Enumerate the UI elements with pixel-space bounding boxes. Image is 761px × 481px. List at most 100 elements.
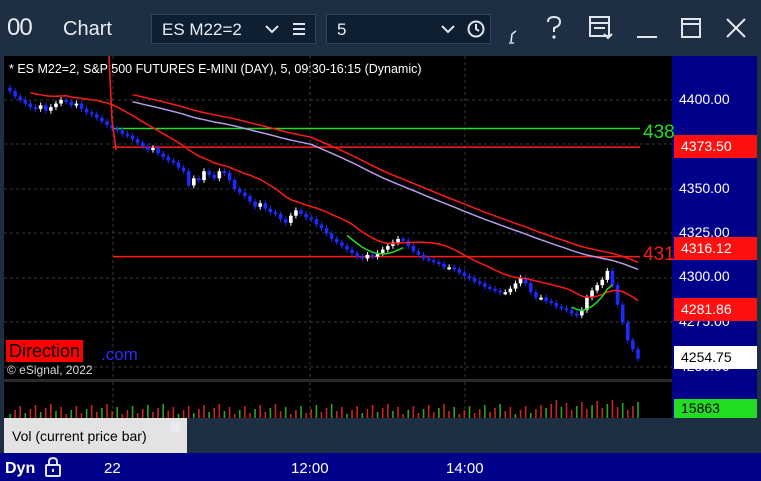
candle-body xyxy=(350,249,354,254)
candle-body xyxy=(437,261,441,264)
volume-legend-label: Vol (current price bar) xyxy=(12,428,147,444)
candle-body xyxy=(631,340,635,350)
volume-bar xyxy=(591,405,593,418)
candle-body xyxy=(84,108,89,113)
candle-body xyxy=(360,256,365,259)
volume-bar xyxy=(75,406,78,418)
lock-icon[interactable] xyxy=(43,456,63,478)
candle-body xyxy=(636,349,640,359)
volume-bar xyxy=(550,404,553,418)
volume-bar xyxy=(387,404,389,418)
candle-body xyxy=(59,100,63,104)
volume-bar xyxy=(14,410,16,418)
candle-body xyxy=(253,201,257,207)
candle-body xyxy=(146,146,150,150)
x-tick-label: 14:00 xyxy=(446,460,484,477)
candle-body xyxy=(38,105,43,109)
volume-bar xyxy=(560,407,563,418)
candle-body xyxy=(503,292,508,295)
candle-body xyxy=(421,254,426,259)
volume-bar xyxy=(295,410,297,418)
candle-body xyxy=(564,308,569,311)
volume-legend[interactable]: Vol (current price bar) xyxy=(4,418,187,453)
volume-bar xyxy=(101,408,103,418)
candle-body xyxy=(513,283,518,289)
candle-body xyxy=(171,160,176,163)
volume-bar xyxy=(203,405,205,418)
candle-body xyxy=(197,178,201,181)
volume-bar xyxy=(412,406,415,418)
volume-bar xyxy=(422,409,425,418)
volume-bar xyxy=(468,406,471,418)
candle-body xyxy=(176,162,181,168)
volume-bar xyxy=(621,403,624,418)
candle-body xyxy=(518,278,523,284)
candle-body xyxy=(554,302,559,307)
candle-body xyxy=(135,139,140,143)
candle-body xyxy=(186,171,191,186)
volume-bar xyxy=(438,408,440,418)
close-study-icon[interactable]: ✖ xyxy=(169,418,182,438)
candle-body xyxy=(386,245,390,250)
volume-bar xyxy=(85,409,88,418)
candle-body xyxy=(161,153,165,157)
candle-body xyxy=(396,238,400,243)
volume-bar xyxy=(519,410,522,418)
x-tick-label: 12:00 xyxy=(291,460,329,477)
copyright-text: © eSignal, 2022 xyxy=(7,363,93,377)
candle-body xyxy=(268,208,273,213)
volume-bar xyxy=(44,408,47,418)
candle-body xyxy=(549,301,554,304)
y-tick-label: 4400.00 xyxy=(679,91,730,107)
volume-bar xyxy=(198,409,200,418)
candle-body xyxy=(329,233,334,239)
candle-body xyxy=(151,148,155,151)
candle-body xyxy=(508,288,513,293)
chart-info-line: * ES M22=2, S&P 500 FUTURES E-MINI (DAY)… xyxy=(9,62,422,76)
volume-bar xyxy=(637,402,639,418)
candle-body xyxy=(294,210,298,216)
candle-body xyxy=(365,254,370,259)
candle-body xyxy=(340,242,344,246)
candle-body xyxy=(156,148,160,154)
candle-body xyxy=(559,306,564,309)
volume-bar xyxy=(596,401,598,418)
volume-bar xyxy=(147,405,149,418)
candle-body xyxy=(447,267,451,270)
volume-bar xyxy=(341,407,343,418)
candle-body xyxy=(345,245,349,250)
volume-bar xyxy=(351,410,353,418)
short-ma-line xyxy=(30,91,639,302)
price-tag-red-mid: 4316.12 xyxy=(674,237,757,260)
candle-body xyxy=(130,135,135,140)
candle-body xyxy=(355,253,359,257)
price-tag-last: 4254.75 xyxy=(674,346,757,369)
volume-bar xyxy=(611,400,614,418)
volume-bar xyxy=(371,405,374,418)
volume-bar xyxy=(310,409,313,418)
volume-bar xyxy=(555,400,558,418)
vwap-line xyxy=(132,101,639,271)
volume-bar xyxy=(182,410,185,418)
candle-body xyxy=(569,310,574,314)
candle-body xyxy=(324,228,329,234)
volume-bar xyxy=(540,405,542,418)
candle-body xyxy=(416,251,421,255)
price-tag-red-upper: 4373.50 xyxy=(674,135,757,158)
candle-body xyxy=(248,196,252,202)
volume-bar xyxy=(187,406,190,418)
candle-body xyxy=(289,215,293,223)
volume-bar xyxy=(463,410,466,418)
candle-body xyxy=(498,290,502,293)
candle-body xyxy=(105,121,109,125)
candle-body xyxy=(258,203,262,207)
candle-body xyxy=(426,258,431,261)
candle-body xyxy=(207,171,211,175)
volume-tag: 15863 xyxy=(674,399,757,418)
volume-bar xyxy=(269,408,272,418)
candle-body xyxy=(33,107,38,110)
volume-bar xyxy=(330,404,333,418)
candle-body xyxy=(23,100,28,104)
candle-body xyxy=(8,87,12,92)
candle-body xyxy=(452,267,456,270)
